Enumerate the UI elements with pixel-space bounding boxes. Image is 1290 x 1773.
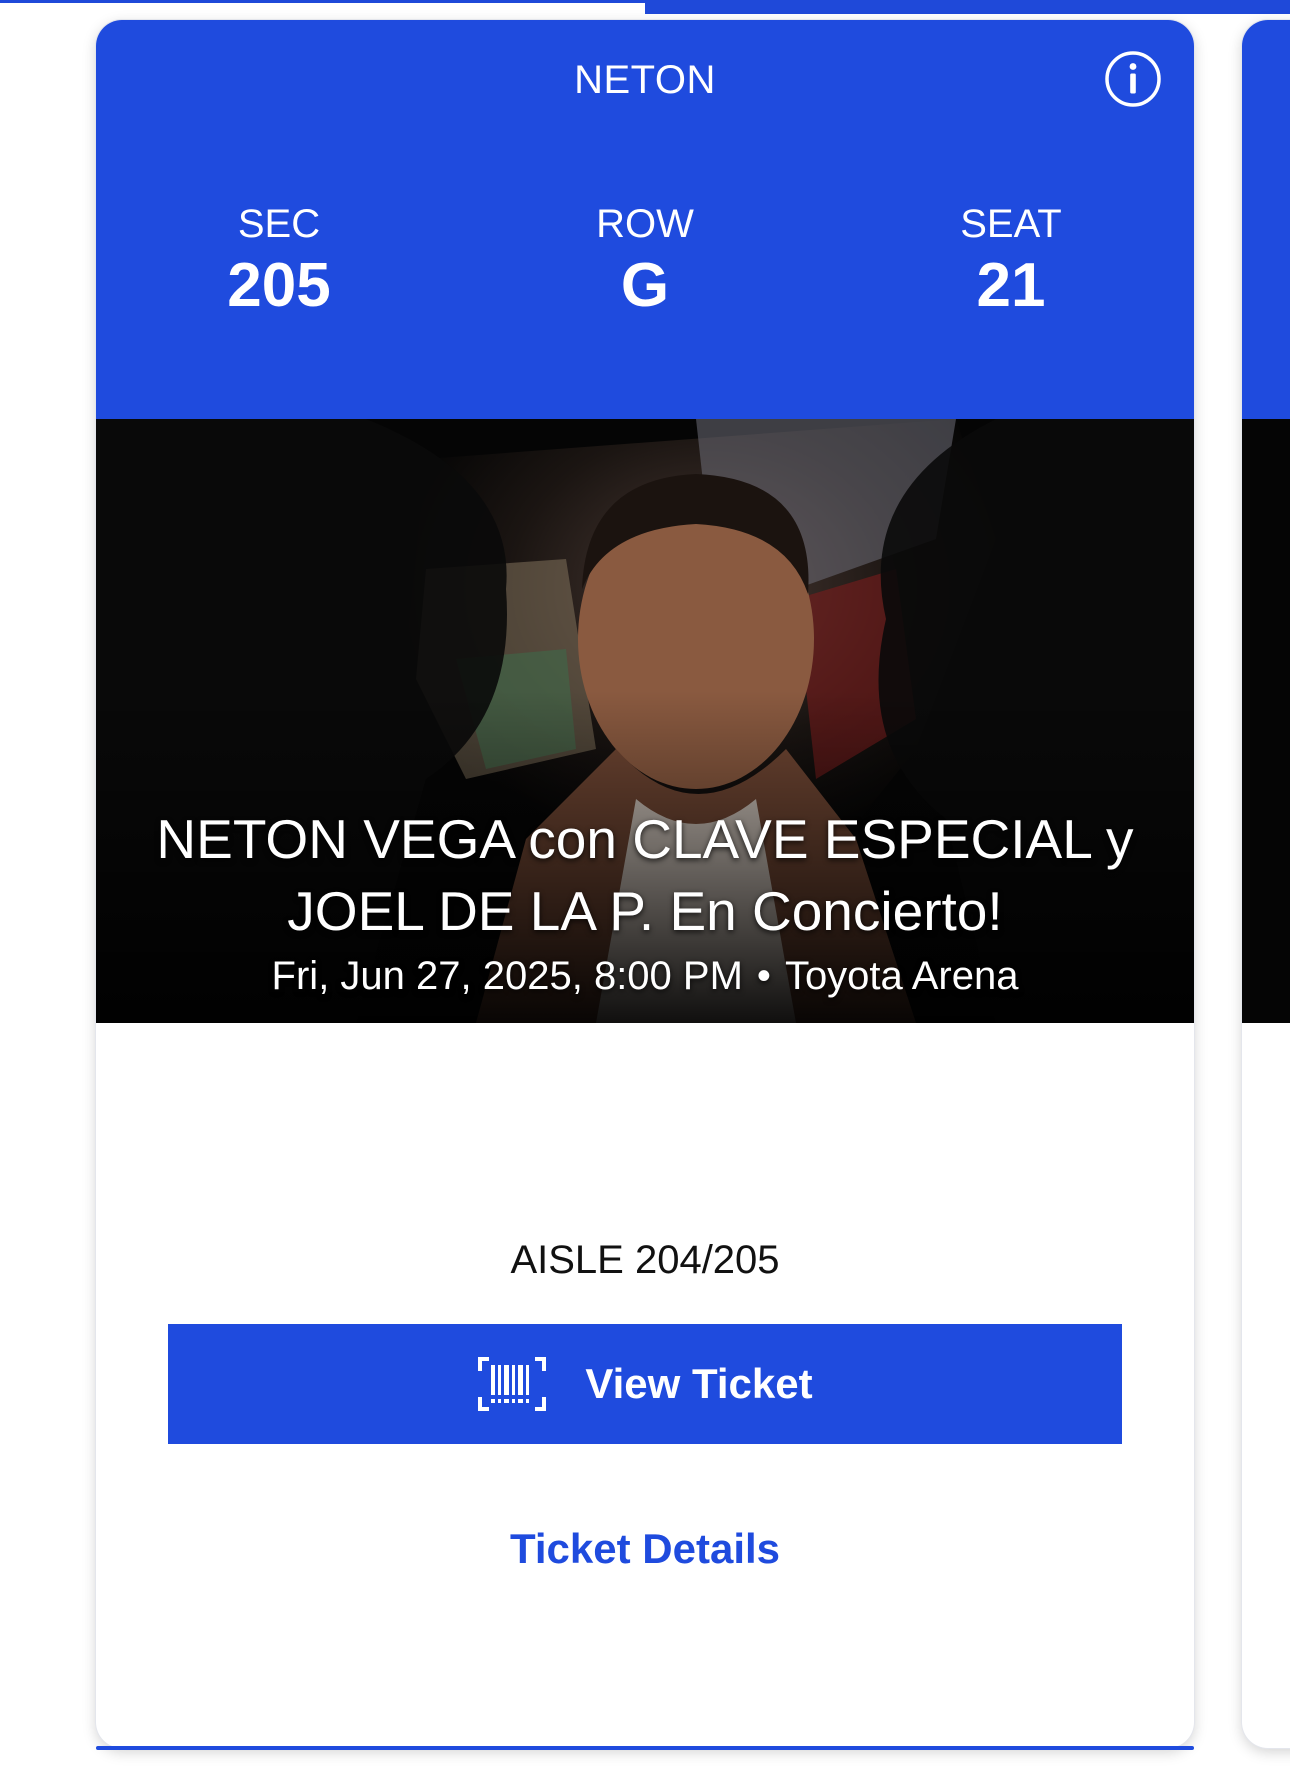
ticket-card[interactable]: NETON SEC 205 ROW G SEAT 21 NETON VEGA c… bbox=[96, 20, 1194, 1748]
barcode-icon bbox=[478, 1357, 547, 1411]
section-info: SEC 205 bbox=[149, 202, 409, 324]
page-indicator bbox=[0, 0, 1290, 14]
event-image: NETON VEGA con CLAVE ESPECIAL y JOEL DE … bbox=[96, 419, 1194, 1023]
event-title: NETON VEGA con CLAVE ESPECIAL y JOEL DE … bbox=[156, 808, 1134, 942]
section-value: 205 bbox=[227, 251, 331, 320]
page-indicator-active bbox=[645, 0, 1290, 14]
next-ticket-image bbox=[1242, 419, 1290, 1023]
ticket-wallet-screen: NETON SEC 205 ROW G SEAT 21 NETON VEGA c… bbox=[0, 0, 1290, 1773]
ticket-header-title: NETON bbox=[574, 58, 716, 102]
seat-label: SEAT bbox=[960, 202, 1062, 246]
row-label: ROW bbox=[596, 202, 694, 246]
event-venue: Toyota Arena bbox=[784, 954, 1019, 998]
row-value: G bbox=[620, 251, 670, 320]
next-ticket-header bbox=[1242, 20, 1290, 419]
view-ticket-label: View Ticket bbox=[585, 1360, 813, 1407]
section-label: SEC bbox=[237, 202, 321, 246]
page-indicator-inactive bbox=[0, 0, 645, 3]
info-icon[interactable] bbox=[1104, 50, 1162, 108]
ticket-details-link[interactable]: Ticket Details bbox=[96, 1525, 1194, 1573]
meta-separator: • bbox=[756, 954, 771, 998]
event-datetime: Fri, Jun 27, 2025, 8:00 PM bbox=[271, 954, 743, 998]
event-meta: Fri, Jun 27, 2025, 8:00 PM • Toyota Arena bbox=[96, 954, 1194, 999]
row-info: ROW G bbox=[515, 202, 775, 324]
card-bottom-edge bbox=[96, 1746, 1194, 1750]
view-ticket-button[interactable]: View Ticket bbox=[168, 1324, 1122, 1444]
seat-value: 21 bbox=[976, 251, 1046, 320]
seat-info: SEAT 21 bbox=[881, 202, 1141, 324]
next-ticket-card[interactable] bbox=[1242, 20, 1290, 1748]
aisle-info: AISLE 204/205 bbox=[510, 1238, 780, 1282]
ticket-header: NETON SEC 205 ROW G SEAT 21 bbox=[96, 20, 1194, 419]
